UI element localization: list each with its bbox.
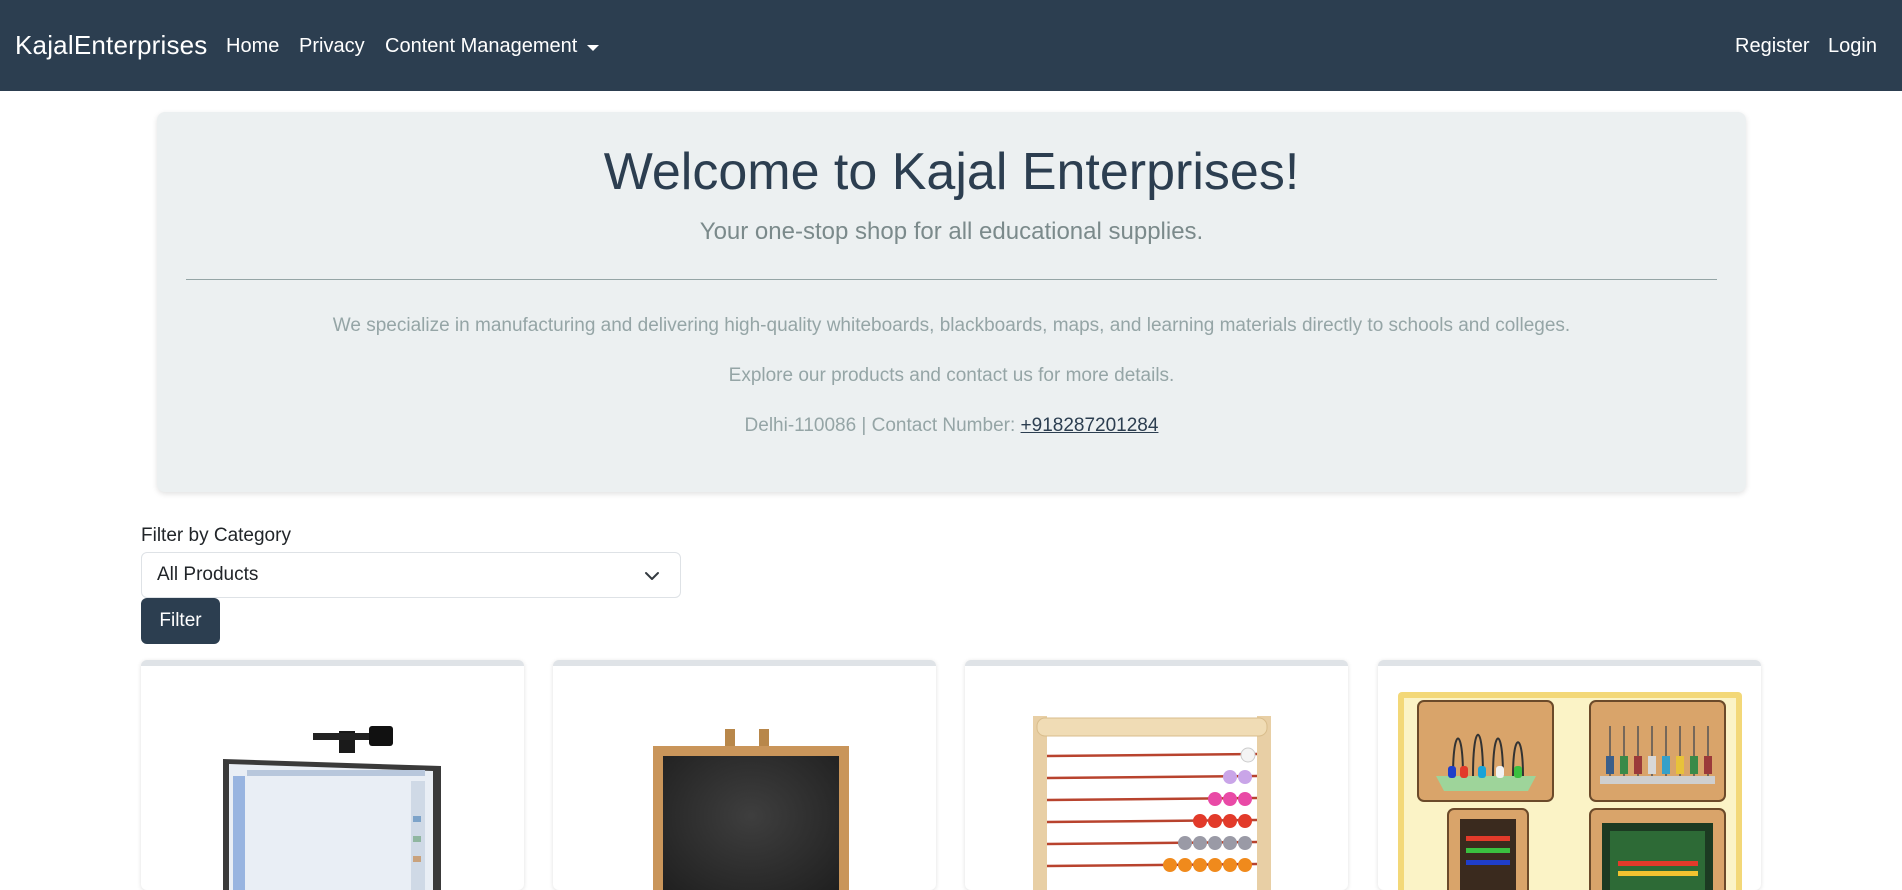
nav-login-link[interactable]: Login: [1828, 35, 1877, 58]
hero-explore-text: Explore our products and contact us for …: [728, 365, 1175, 386]
product-card[interactable]: [553, 660, 936, 890]
category-select[interactable]: All Products: [141, 552, 681, 598]
hero-description: We specialize in manufacturing and deliv…: [332, 315, 1571, 336]
abacus-image: [1033, 716, 1271, 890]
hero-lead: Your one-stop shop for all educational s…: [699, 218, 1204, 245]
hero-contact-line: Delhi-110086 | Contact Number: +91828720…: [157, 415, 1746, 437]
blackboard-image: [653, 729, 849, 890]
caret-down-icon: [587, 44, 600, 51]
category-select-value: All Products: [157, 564, 259, 585]
nav-content-management-label: Content Management: [385, 35, 578, 57]
nav-privacy-link[interactable]: Privacy: [299, 35, 365, 58]
product-card[interactable]: [1378, 660, 1761, 890]
phone-link[interactable]: +918287201284: [1021, 415, 1159, 436]
smart-whiteboard-image: [223, 726, 441, 890]
hero-divider: [186, 279, 1717, 280]
brand-link[interactable]: KajalEnterprises: [15, 30, 208, 61]
filter-button[interactable]: Filter: [141, 598, 220, 644]
hero-title: Welcome to Kajal Enterprises!: [603, 143, 1300, 201]
product-card[interactable]: [141, 660, 524, 890]
filter-category-label: Filter by Category: [141, 525, 291, 546]
welcome-jumbotron: Welcome to Kajal Enterprises! Your one-s…: [157, 112, 1746, 492]
nav-content-management-dropdown[interactable]: Content Management: [385, 35, 600, 58]
product-card[interactable]: [965, 660, 1348, 890]
nav-home-link[interactable]: Home: [226, 35, 279, 58]
abacus-set-image: [1398, 692, 1742, 890]
contact-prefix: Delhi-110086 | Contact Number:: [744, 415, 1021, 436]
chevron-down-icon: [645, 572, 659, 580]
top-navbar: KajalEnterprises Home Privacy Content Ma…: [0, 0, 1902, 91]
nav-register-link[interactable]: Register: [1735, 35, 1809, 58]
